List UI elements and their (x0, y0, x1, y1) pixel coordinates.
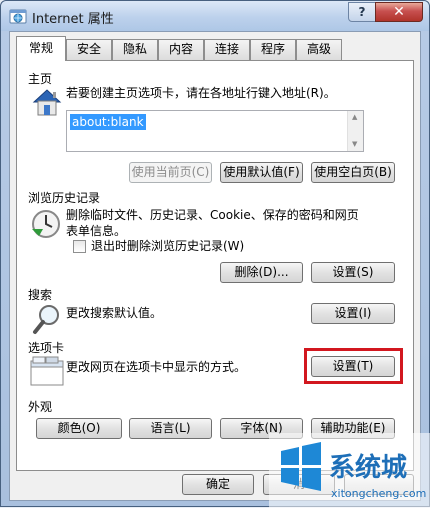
general-tab-panel: 主页 若要创建主页选项卡，请在各地址行键入地址(R)。 about:blank … (16, 60, 414, 471)
home-icon (32, 89, 62, 116)
tabs-description: 更改网页在选项卡中显示的方式。 (66, 360, 247, 374)
scroll-down-icon[interactable]: ▼ (352, 140, 357, 148)
history-description-line1: 删除临时文件、历史记录、Cookie、保存的密码和网页 (66, 208, 359, 222)
tab-privacy[interactable]: 隐私 (112, 39, 158, 60)
use-default-button[interactable]: 使用默认值(F) (220, 162, 303, 183)
languages-button[interactable]: 语言(L) (129, 418, 212, 439)
delete-history-button[interactable]: 删除(D)... (220, 262, 303, 283)
history-settings-button[interactable]: 设置(S) (311, 262, 395, 283)
search-magnifier-icon (33, 305, 59, 334)
search-description: 更改搜索默认值。 (66, 306, 163, 320)
history-description-line2: 表单信息。 (66, 224, 127, 238)
internet-options-window: Internet 属性 ? ✕ 常规 安全 隐私 内容 连接 程序 高级 主页 … (0, 0, 430, 508)
internet-options-icon (9, 9, 27, 24)
history-clock-icon (32, 210, 60, 238)
tab-content[interactable]: 内容 (158, 39, 204, 60)
use-blank-button[interactable]: 使用空白页(B) (311, 162, 395, 183)
watermark-url: xitongcheng.com (331, 487, 426, 500)
tab-programs[interactable]: 程序 (250, 39, 296, 60)
search-settings-button[interactable]: 设置(I) (311, 303, 395, 324)
tab-security[interactable]: 安全 (66, 39, 112, 60)
close-button[interactable]: ✕ (375, 2, 423, 22)
window-title: Internet 属性 (32, 12, 114, 27)
appearance-title: 外观 (28, 400, 53, 414)
dialog-client-area: 常规 安全 隐私 内容 连接 程序 高级 主页 若要创建主页选项卡，请在各地址行… (9, 31, 421, 501)
browsing-history-title: 浏览历史记录 (28, 191, 101, 205)
tabs-section-title: 选项卡 (28, 341, 65, 355)
home-page-address-box[interactable]: about:blank ▲ ▼ (66, 110, 364, 152)
delete-on-exit-label[interactable]: 退出时删除浏览历史记录(W) (91, 238, 244, 254)
ok-button[interactable]: 确定 (182, 474, 254, 495)
tab-connections[interactable]: 连接 (204, 39, 250, 60)
help-button[interactable]: ? (348, 2, 376, 22)
watermark-brand: 系统城 (329, 452, 407, 483)
use-current-page-button[interactable]: 使用当前页(C) (129, 162, 212, 183)
home-page-url: about:blank (70, 114, 146, 130)
tabbed-browsing-icon (30, 356, 64, 386)
title-bar[interactable]: Internet 属性 ? ✕ (1, 1, 429, 31)
home-page-description: 若要创建主页选项卡，请在各地址行键入地址(R)。 (66, 86, 336, 100)
colors-button[interactable]: 颜色(O) (36, 418, 122, 439)
tab-general[interactable]: 常规 (16, 36, 66, 61)
address-box-scrollbar[interactable]: ▲ ▼ (347, 111, 363, 151)
delete-on-exit-checkbox[interactable] (73, 240, 86, 253)
xitongcheng-watermark: 系统城 xitongcheng.com (269, 433, 430, 508)
highlight-box (304, 348, 403, 384)
search-title: 搜索 (28, 288, 53, 302)
tab-advanced[interactable]: 高级 (296, 39, 342, 60)
scroll-up-icon[interactable]: ▲ (352, 113, 357, 121)
home-page-title: 主页 (28, 72, 53, 86)
